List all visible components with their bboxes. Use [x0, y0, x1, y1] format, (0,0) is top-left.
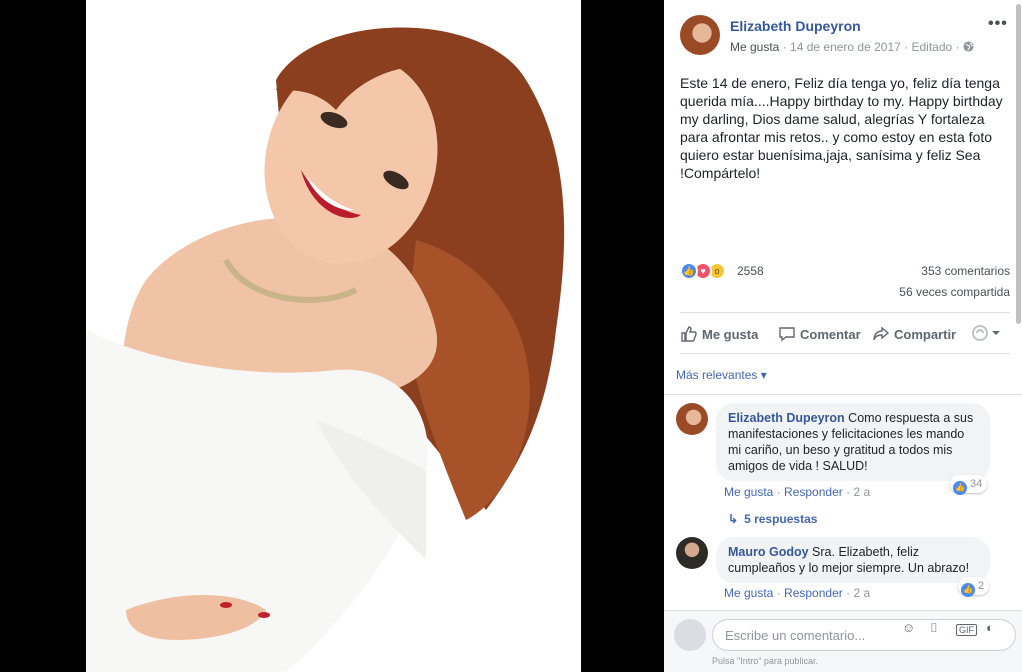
commenter-avatar[interactable] [676, 403, 708, 435]
action-bar: Me gusta Comentar Compartir [680, 312, 1010, 354]
divider [664, 394, 1022, 395]
post-header: Elizabeth Dupeyron Me gusta · 14 de ener… [680, 15, 1010, 57]
comment-reply-link[interactable]: Responder [784, 485, 843, 499]
page-like-link[interactable]: Me gusta [730, 40, 779, 54]
sort-dropdown[interactable]: Más relevantes ▾ [676, 368, 767, 382]
post-photo[interactable] [86, 0, 581, 672]
gif-icon[interactable]: GIF [956, 624, 977, 636]
like-reaction-icon: 👍 [961, 583, 975, 597]
replies-label: 5 respuestas [744, 512, 818, 526]
profile-dropdown-icon [972, 325, 1000, 341]
comment-author[interactable]: Mauro Godoy [728, 545, 809, 559]
globe-icon [963, 41, 974, 52]
like-reaction-icon: 👍 [680, 262, 698, 280]
reactions-count[interactable]: 2558 [737, 264, 764, 278]
comment-reactions-count: 2 [978, 580, 985, 592]
comment-reactions-badge[interactable]: 👍 2 [958, 577, 990, 597]
edited-label[interactable]: Editado [912, 40, 953, 54]
comment-reply-link[interactable]: Responder [784, 586, 843, 600]
comment-bubble: Mauro Godoy Sra. Elizabeth, feliz cumple… [716, 537, 990, 583]
post-text: Este 14 de enero, Feliz día tenga yo, fe… [680, 75, 1003, 181]
sticker-icon[interactable]: ◐ [986, 620, 994, 635]
comment-like-link[interactable]: Me gusta [724, 485, 773, 499]
view-replies-link[interactable]: ↳ 5 respuestas [728, 512, 823, 526]
comment-bubble: Elizabeth Dupeyron Como respuesta a sus … [716, 403, 990, 481]
share-label: Compartir [894, 327, 957, 342]
reactions-bar: 👍 ♥ o 2558 353 comentarios 56 veces comp… [680, 262, 1010, 302]
comment-label: Comentar [800, 327, 861, 342]
emoji-icon[interactable]: ☺ [902, 620, 915, 635]
comment-time[interactable]: 2 a [853, 485, 870, 499]
post-date[interactable]: 14 de enero de 2017 [790, 40, 901, 54]
composer-hint: Pulsa "Intro" para publicar. [712, 656, 818, 666]
meta-separator: · [904, 40, 912, 54]
photo-viewer [0, 0, 664, 672]
camera-icon[interactable]: ⌷ [930, 620, 938, 636]
thumbs-up-icon [681, 326, 697, 342]
post-meta: Me gusta · 14 de enero de 2017 · Editado… [730, 40, 974, 54]
scrollbar[interactable] [1016, 4, 1021, 324]
comment-actions: Me gusta · Responder · 2 a [724, 485, 870, 499]
comment-like-link[interactable]: Me gusta [724, 586, 773, 600]
comment-icon [779, 327, 795, 342]
comment-reactions-count: 34 [970, 478, 983, 490]
photo-image [86, 0, 581, 672]
comment-separator: · [776, 485, 785, 499]
post-author[interactable]: Elizabeth Dupeyron [730, 18, 861, 34]
more-options-icon[interactable]: ••• [988, 15, 1008, 33]
author-avatar[interactable] [680, 15, 720, 55]
shares-count[interactable]: 56 veces compartida [899, 285, 1010, 299]
comment-reactions-badge[interactable]: 👍 34 [950, 475, 988, 495]
comment-time[interactable]: 2 a [853, 586, 870, 600]
comment-actions: Me gusta · Responder · 2 a [724, 586, 870, 600]
like-button[interactable]: Me gusta [680, 325, 758, 343]
comment-separator: · [776, 586, 785, 600]
comment-author[interactable]: Elizabeth Dupeyron [728, 411, 845, 425]
reply-arrow-icon: ↳ [728, 512, 739, 526]
comment-composer: Escribe un comentario... ☺ ⌷ GIF ◐ Pulsa… [664, 610, 1022, 672]
meta-separator: · [782, 40, 791, 54]
like-label: Me gusta [702, 327, 759, 342]
current-user-avatar [674, 619, 706, 651]
like-reaction-icon: 👍 [953, 481, 967, 495]
post-sidebar: Elizabeth Dupeyron Me gusta · 14 de ener… [664, 0, 1022, 672]
share-button[interactable]: Compartir [872, 325, 956, 343]
meta-separator: · [955, 40, 963, 54]
comments-count[interactable]: 353 comentarios [921, 264, 1010, 278]
commenter-avatar[interactable] [676, 537, 708, 569]
audience-selector[interactable] [972, 325, 1008, 341]
comment-button[interactable]: Comentar [778, 325, 861, 343]
share-icon [873, 326, 890, 341]
